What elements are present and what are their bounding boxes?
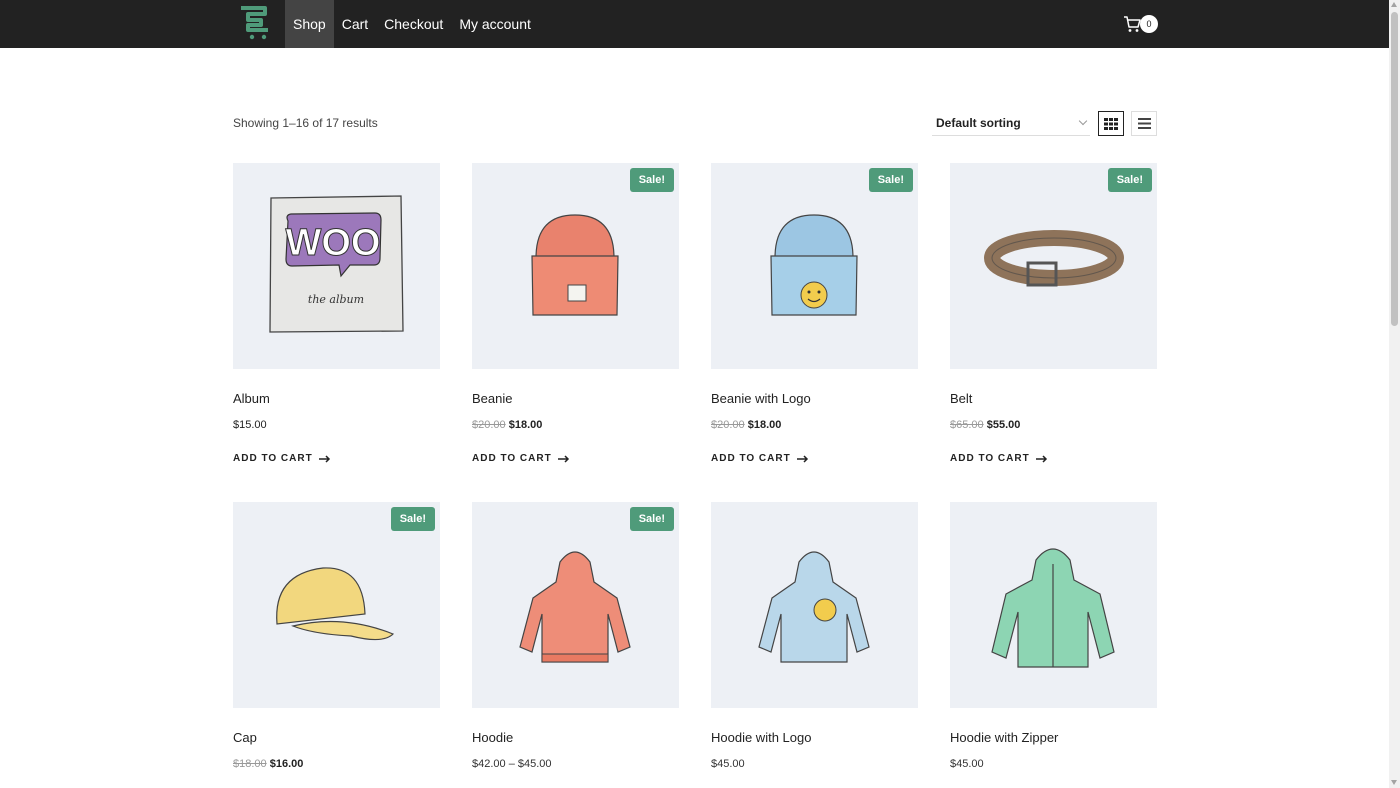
- cart-count-badge: 0: [1140, 15, 1158, 33]
- product-image[interactable]: [711, 502, 918, 708]
- add-to-cart-button[interactable]: ADD TO CART: [472, 453, 570, 464]
- page-scrollbar[interactable]: [1389, 0, 1400, 788]
- product-name[interactable]: Hoodie: [472, 730, 513, 745]
- product-name[interactable]: Hoodie with Logo: [711, 730, 811, 745]
- arrow-right-icon: [557, 454, 569, 463]
- sale-badge: Sale!: [868, 168, 913, 192]
- product-image[interactable]: Sale!: [233, 502, 440, 708]
- scroll-down-arrow-icon[interactable]: [1391, 780, 1397, 785]
- header-cart-button[interactable]: 0: [1121, 12, 1159, 36]
- product-price: $65.00 $55.00: [950, 419, 1021, 431]
- product-image[interactable]: Sale!: [711, 163, 918, 369]
- album-logo-text: WOO: [286, 222, 381, 264]
- cart-icon: [1124, 16, 1141, 32]
- sorting-select[interactable]: Default sorting: [932, 112, 1090, 136]
- product-card: Sale! Beanie $20.00 $18.00 ADD TO CART: [472, 163, 679, 464]
- sorting-label: Default sorting: [936, 116, 1021, 130]
- product-name[interactable]: Album: [233, 391, 270, 406]
- grid-view-icon: [1104, 117, 1118, 130]
- store-logo-icon[interactable]: [237, 5, 273, 41]
- nav-item-shop[interactable]: Shop: [285, 0, 334, 48]
- chevron-down-icon: [1078, 116, 1088, 126]
- product-card: Sale! Belt $65.00 $55.00 ADD TO CART: [950, 163, 1157, 464]
- nav-item-checkout[interactable]: Checkout: [376, 0, 451, 48]
- product-card: Sale! Cap $18.00 $16.00: [233, 502, 440, 770]
- site-header: Shop Cart Checkout My account 0: [0, 0, 1389, 48]
- product-name[interactable]: Cap: [233, 730, 257, 745]
- product-price: $20.00 $18.00: [472, 419, 543, 431]
- add-to-cart-button[interactable]: ADD TO CART: [950, 453, 1048, 464]
- product-price: $18.00 $16.00: [233, 758, 304, 770]
- product-card: Hoodie with Logo $45.00: [711, 502, 918, 770]
- product-name[interactable]: Beanie: [472, 391, 512, 406]
- product-price: $15.00: [233, 419, 267, 431]
- product-price: $20.00 $18.00: [711, 419, 782, 431]
- product-image[interactable]: WOO the album: [233, 163, 440, 369]
- arrow-right-icon: [796, 454, 808, 463]
- product-name[interactable]: Hoodie with Zipper: [950, 730, 1058, 745]
- add-to-cart-button[interactable]: ADD TO CART: [233, 453, 331, 464]
- list-view-icon: [1137, 118, 1151, 129]
- product-image[interactable]: Sale!: [950, 163, 1157, 369]
- product-name[interactable]: Belt: [950, 391, 972, 406]
- album-caption-text: the album: [308, 293, 364, 306]
- scroll-thumb[interactable]: [1391, 12, 1398, 326]
- product-card: Hoodie with Zipper $45.00: [950, 502, 1157, 770]
- product-name[interactable]: Beanie with Logo: [711, 391, 811, 406]
- grid-view-button[interactable]: [1098, 111, 1124, 136]
- product-image[interactable]: Sale!: [472, 163, 679, 369]
- sale-badge: Sale!: [629, 507, 674, 531]
- nav-item-my-account[interactable]: My account: [451, 0, 539, 48]
- nav-item-cart[interactable]: Cart: [334, 0, 376, 48]
- product-image[interactable]: Sale!: [472, 502, 679, 708]
- main-nav: Shop Cart Checkout My account: [285, 0, 539, 48]
- sale-badge: Sale!: [629, 168, 674, 192]
- list-view-button[interactable]: [1131, 111, 1157, 136]
- product-card: Sale! Beanie with Logo $20.00 $18.00 ADD…: [711, 163, 918, 464]
- arrow-right-icon: [318, 454, 330, 463]
- arrow-right-icon: [1035, 454, 1047, 463]
- product-card: WOO the album Album $15.00 ADD TO CART: [233, 163, 440, 464]
- product-price: $45.00: [711, 758, 745, 770]
- product-image[interactable]: [950, 502, 1157, 708]
- sale-badge: Sale!: [390, 507, 435, 531]
- product-price: $45.00: [950, 758, 984, 770]
- sale-badge: Sale!: [1107, 168, 1152, 192]
- add-to-cart-button[interactable]: ADD TO CART: [711, 453, 809, 464]
- product-card: Sale! Hoodie $42.00 – $45.00: [472, 502, 679, 770]
- scroll-up-arrow-icon[interactable]: [1391, 2, 1397, 7]
- result-count: Showing 1–16 of 17 results: [233, 116, 378, 130]
- product-price: $42.00 – $45.00: [472, 758, 552, 770]
